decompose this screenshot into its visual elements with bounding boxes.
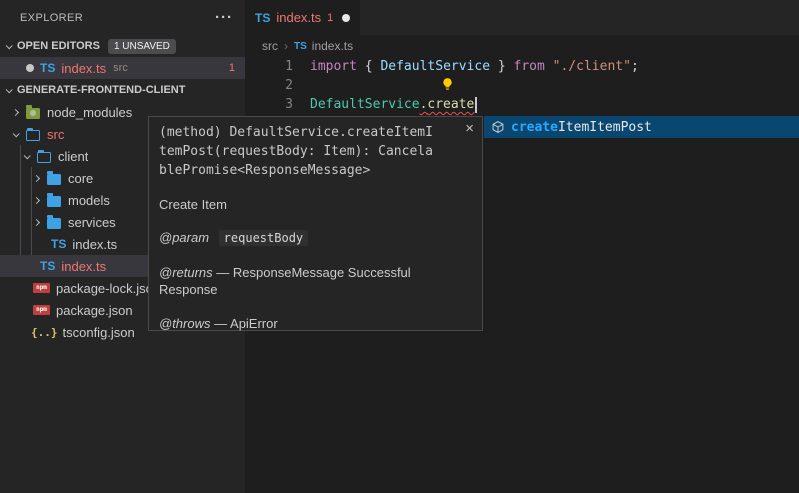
- module-path-string: "./client": [553, 59, 631, 74]
- npm-icon: npm: [33, 283, 50, 293]
- signature-line: temPost(requestBody: Item): Cancela: [159, 142, 472, 161]
- folder-open-icon: [37, 152, 51, 163]
- tree-item-label: tsconfig.json: [63, 325, 135, 340]
- typed-member-with-error: create: [427, 97, 474, 112]
- chevron-right-icon[interactable]: [33, 218, 40, 225]
- tree-item-label: services: [68, 215, 116, 230]
- folder-icon: [47, 174, 61, 185]
- chevron-down-icon[interactable]: [6, 86, 13, 93]
- folder-icon: [47, 218, 61, 229]
- code-area[interactable]: 1 import { DefaultService } from "./clie…: [245, 57, 799, 114]
- explorer-header: EXPLORER ···: [0, 0, 245, 35]
- open-editors-section[interactable]: OPEN EDITORS 1 UNSAVED: [0, 35, 245, 57]
- tab-error-count: 1: [327, 12, 333, 24]
- tree-item-label: client: [58, 149, 88, 164]
- vscode-window: EXPLORER ··· OPEN EDITORS 1 UNSAVED TS i…: [0, 0, 799, 493]
- suggestion-details-popup: × (method) DefaultService.createItemI te…: [148, 116, 483, 331]
- breadcrumb: src › TS index.ts: [245, 35, 799, 57]
- suggestion-match-text: create: [511, 120, 558, 135]
- doc-throws-row: @throws — ApiError: [159, 315, 472, 332]
- method-signature: (method) DefaultService.createItemI temP…: [159, 123, 472, 180]
- chevron-right-icon[interactable]: [33, 196, 40, 203]
- code-line-2[interactable]: 2: [245, 76, 799, 95]
- doc-param-row: @param requestBody: [159, 229, 472, 247]
- chevron-right-icon[interactable]: [12, 108, 19, 115]
- close-icon[interactable]: ×: [465, 121, 474, 136]
- tree-item-label: src: [47, 127, 64, 142]
- typescript-file-icon: TS: [40, 61, 55, 75]
- open-editor-path: src: [113, 62, 128, 74]
- unsaved-badge: 1 UNSAVED: [108, 39, 176, 54]
- folder-open-icon: [26, 130, 40, 141]
- keyword-from: from: [514, 59, 553, 74]
- error-count-badge: 1: [229, 62, 235, 74]
- param-tag: @param: [159, 230, 209, 245]
- signature-line: (method) DefaultService.createItemI: [159, 123, 472, 142]
- param-name-chip: requestBody: [219, 230, 308, 246]
- line-number: 2: [245, 78, 293, 93]
- typescript-file-icon: TS: [255, 11, 270, 25]
- breadcrumb-folder[interactable]: src: [262, 39, 278, 53]
- tree-item-label: core: [68, 171, 93, 186]
- typescript-file-icon: TS: [51, 237, 66, 251]
- service-object: DefaultService: [310, 97, 420, 112]
- chevron-down-icon[interactable]: [6, 42, 13, 49]
- unsaved-dot-icon[interactable]: [26, 64, 34, 72]
- tab-index-ts[interactable]: TS index.ts 1: [245, 0, 360, 35]
- method-symbol-icon: [491, 120, 505, 134]
- npm-icon: npm: [33, 305, 50, 315]
- node-modules-folder-icon: [26, 108, 40, 119]
- tab-bar: TS index.ts 1: [245, 0, 799, 35]
- signature-line: blePromise<ResponseMessage>: [159, 161, 472, 180]
- tree-item-label: package-lock.json: [56, 281, 160, 296]
- project-name-label: GENERATE-FRONTEND-CLIENT: [17, 84, 185, 96]
- chevron-down-icon[interactable]: [24, 152, 31, 159]
- more-actions-icon[interactable]: ···: [215, 9, 233, 26]
- json-config-icon: {..}: [31, 326, 58, 339]
- suggestion-rest-text: ItemItemPost: [558, 120, 652, 135]
- breadcrumb-file[interactable]: index.ts: [312, 39, 353, 53]
- chevron-down-icon[interactable]: [13, 130, 20, 137]
- tree-item-label: node_modules: [47, 105, 132, 120]
- tree-item-label: models: [68, 193, 110, 208]
- tab-filename: index.ts: [276, 10, 321, 25]
- throws-text: — ApiError: [214, 316, 278, 331]
- tree-item-label: package.json: [56, 303, 133, 318]
- folder-icon: [47, 196, 61, 207]
- suggestion-item-selected[interactable]: createItemItemPost: [484, 116, 799, 138]
- returns-tag: @returns: [159, 265, 213, 280]
- doc-summary: Create Item: [159, 197, 472, 212]
- brace: }: [490, 59, 513, 74]
- typescript-file-icon: TS: [294, 41, 307, 52]
- open-editor-filename: index.ts: [61, 61, 106, 76]
- chevron-right-icon[interactable]: [33, 174, 40, 181]
- semicolon: ;: [631, 59, 639, 74]
- throws-tag: @throws: [159, 316, 211, 331]
- line-number: 3: [245, 97, 293, 112]
- code-line-3[interactable]: 3 DefaultService.create: [245, 95, 799, 114]
- doc-returns-row: @returns — ResponseMessage Successful Re…: [159, 264, 472, 298]
- chevron-separator-icon: ›: [284, 39, 288, 53]
- text-cursor: [475, 97, 477, 113]
- unsaved-dot-icon[interactable]: [342, 14, 350, 22]
- typescript-file-icon: TS: [40, 259, 55, 273]
- tree-item-label: index.ts: [72, 237, 117, 252]
- project-section[interactable]: GENERATE-FRONTEND-CLIENT: [0, 79, 245, 101]
- explorer-title: EXPLORER: [20, 12, 215, 24]
- line-number: 1: [245, 59, 293, 74]
- open-editors-label: OPEN EDITORS: [17, 40, 100, 52]
- open-editor-item[interactable]: TS index.ts src 1: [0, 57, 245, 79]
- tree-item-label: index.ts: [61, 259, 106, 274]
